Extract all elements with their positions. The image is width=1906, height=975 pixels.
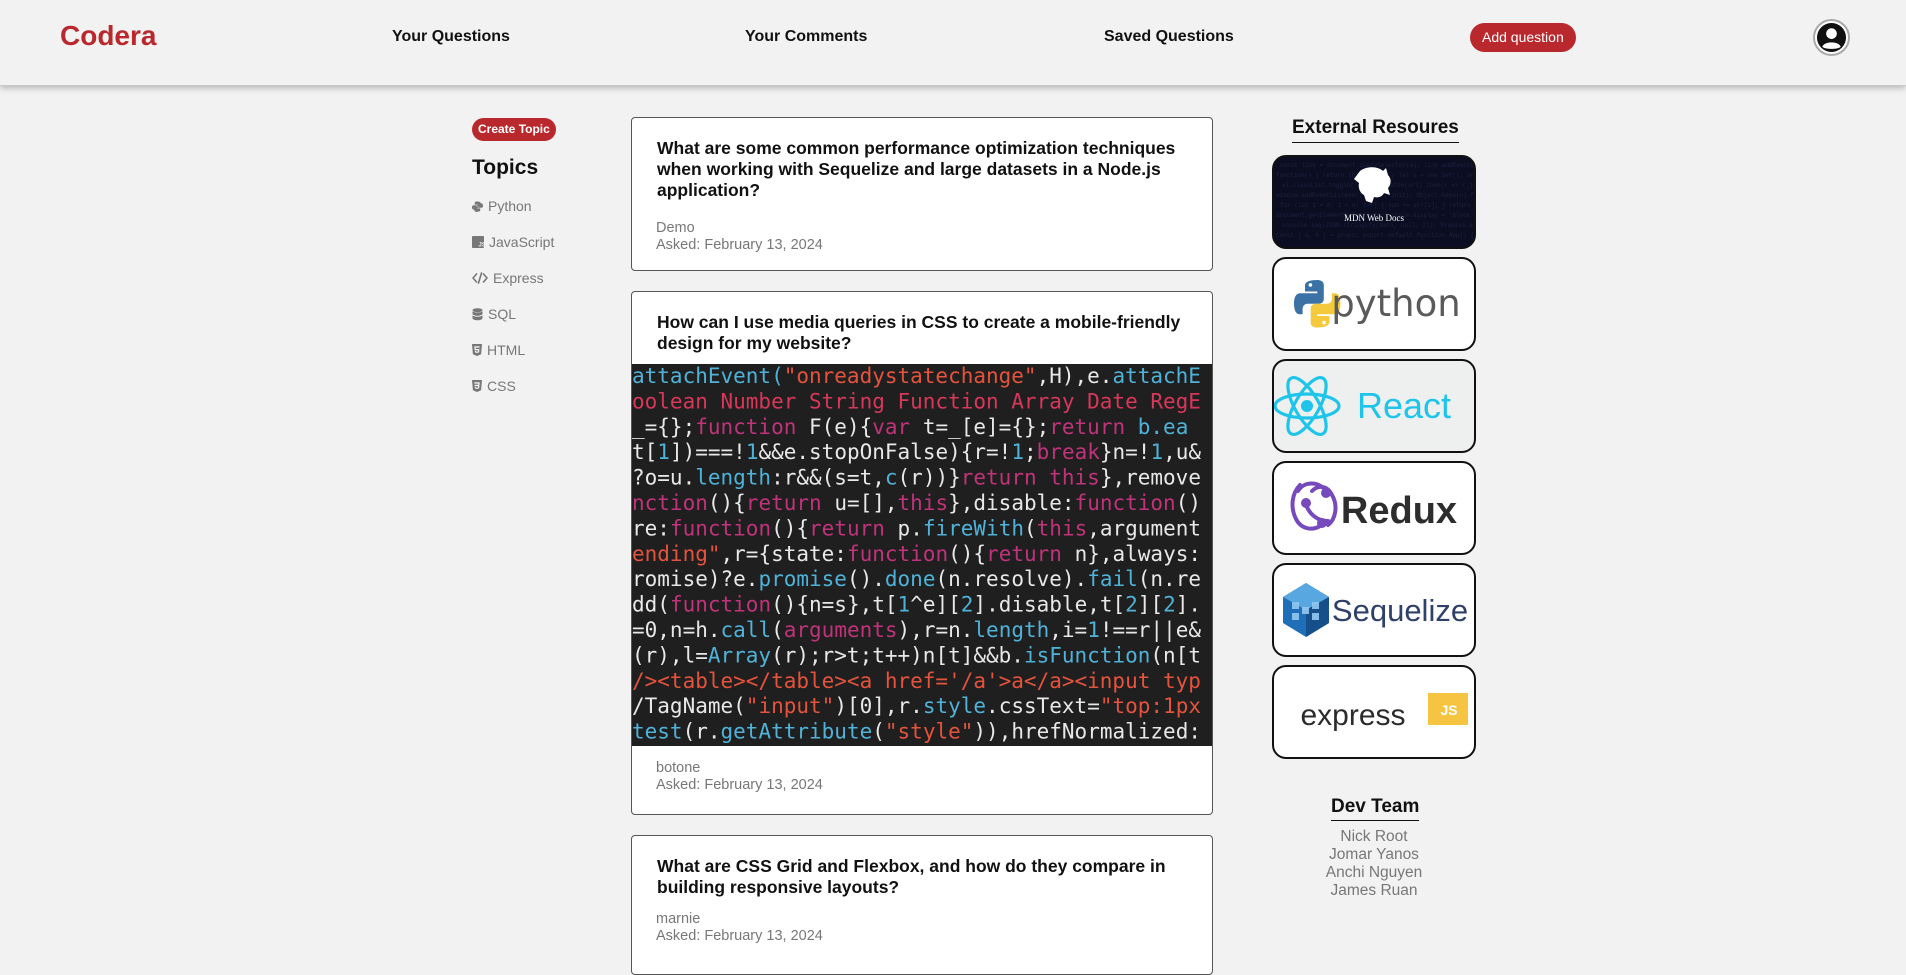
dev-name: Jomar Yanos xyxy=(1329,846,1419,863)
question-date: Asked: February 13, 2024 xyxy=(656,777,823,793)
database-icon xyxy=(472,307,483,320)
css3-icon xyxy=(472,380,482,392)
code-line: /><table></table><a href='/a'>a</a><inpu… xyxy=(632,669,1201,693)
svg-text:console.log(JSON.stringify(dat: console.log(JSON.stringify(data, null, 2… xyxy=(1282,222,1474,229)
resource-sequelize[interactable]: Sequelize xyxy=(1272,563,1476,657)
question-title[interactable]: What are CSS Grid and Flexbox, and how d… xyxy=(632,856,1212,898)
svg-text:const { a, b } = props; export: const { a, b } = props; export default f… xyxy=(1276,232,1474,239)
python-logo: python xyxy=(1294,280,1461,328)
question-title[interactable]: How can I use media queries in CSS to cr… xyxy=(632,312,1212,364)
question-title[interactable]: What are some common performance optimiz… xyxy=(632,138,1212,201)
topic-label: HTML xyxy=(487,342,526,358)
resource-redux[interactable]: Redux xyxy=(1272,461,1476,555)
javascript-icon: JS xyxy=(472,236,484,248)
python-icon xyxy=(472,200,483,212)
code-line: nction(){return u=[],this},disable:funct… xyxy=(632,491,1201,515)
dev-team-list: Nick Root Jomar Yanos Anchi Nguyen James… xyxy=(1272,828,1476,900)
topic-html[interactable]: HTML xyxy=(472,332,554,368)
resource-label: Sequelize xyxy=(1332,593,1468,628)
resource-react[interactable]: React xyxy=(1272,359,1476,453)
resource-label: python xyxy=(1331,282,1460,325)
resource-label: Redux xyxy=(1341,490,1457,532)
code-line: oolean Number String Function Array Date… xyxy=(632,389,1201,413)
resource-label: express xyxy=(1300,699,1405,732)
topics-heading: Topics xyxy=(472,156,539,179)
react-logo: React xyxy=(1274,376,1451,436)
top-navbar: Codera Your Questions Your Comments Save… xyxy=(0,0,1906,86)
question-card[interactable]: What are CSS Grid and Flexbox, and how d… xyxy=(631,835,1213,975)
resource-badge: JS xyxy=(1440,702,1457,718)
resource-label: React xyxy=(1357,385,1451,426)
external-resources-heading: External Resoures xyxy=(1292,117,1459,143)
code-line: test(r.getAttribute("style")),hrefNormal… xyxy=(632,720,1201,744)
topic-label: Python xyxy=(488,198,532,214)
code-icon xyxy=(472,272,488,284)
topic-label: SQL xyxy=(488,306,517,322)
mdn-logo: const link = document.querySelector(a); … xyxy=(1276,162,1474,239)
question-author: marnie xyxy=(656,911,701,927)
express-logo: express JS xyxy=(1300,693,1468,732)
sequelize-logo: Sequelize xyxy=(1283,583,1468,637)
resource-python[interactable]: python xyxy=(1272,257,1476,351)
topic-javascript[interactable]: JS JavaScript xyxy=(472,224,554,260)
dev-name: James Ruan xyxy=(1330,882,1418,899)
add-question-button[interactable]: Add question xyxy=(1470,23,1576,52)
topic-label: CSS xyxy=(487,378,516,394)
code-line: t[1])===!1&&e.stopOnFalse){r=!1;break}n=… xyxy=(632,440,1201,464)
nav-saved-questions[interactable]: Saved Questions xyxy=(1104,28,1234,46)
redux-logo: Redux xyxy=(1290,481,1457,532)
question-date: Asked: February 13, 2024 xyxy=(656,237,823,253)
code-line: (r),l=Array(r);r>t;t++)n[t]&&b.isFunctio… xyxy=(632,643,1201,667)
nav-your-comments[interactable]: Your Comments xyxy=(745,28,867,46)
code-line: dd(function(){n=s},t[1^e][2].disable,t[2… xyxy=(632,593,1201,617)
topic-express[interactable]: Express xyxy=(472,260,554,296)
dev-name: Anchi Nguyen xyxy=(1325,864,1423,881)
question-author: Demo xyxy=(656,220,695,236)
create-topic-button[interactable]: Create Topic xyxy=(472,118,556,141)
code-line: =0,n=h.call(arguments),r=n.length,i=1!==… xyxy=(632,618,1201,643)
site-logo[interactable]: Codera xyxy=(60,20,156,52)
topic-python[interactable]: Python xyxy=(472,188,554,224)
resource-label: MDN Web Docs xyxy=(1344,213,1405,223)
question-author: botone xyxy=(656,760,701,776)
nav-your-questions[interactable]: Your Questions xyxy=(392,28,510,46)
code-line: attachEvent("onreadystatechange",H),e.at… xyxy=(632,364,1201,388)
question-card[interactable]: How can I use media queries in CSS to cr… xyxy=(631,291,1213,815)
topics-list: Python JS JavaScript Express SQL HTML CS… xyxy=(472,188,554,404)
code-line: /TagName("input")[0],r.style.cssText="to… xyxy=(632,694,1201,718)
code-line: ?o=u.length:r&&(s=t,c(r))}return this},r… xyxy=(632,466,1201,490)
user-circle-icon xyxy=(1816,22,1847,53)
topic-label: Express xyxy=(493,270,544,286)
code-line: romise)?e.promise().done(n.resolve).fail… xyxy=(632,567,1201,591)
topic-label: JavaScript xyxy=(489,234,555,250)
question-card[interactable]: What are some common performance optimiz… xyxy=(631,117,1213,271)
question-code-image: attachEvent("onreadystatechange",H),e.at… xyxy=(632,364,1212,746)
code-line: ending",r={state:function(){return n},al… xyxy=(632,542,1201,566)
html5-icon xyxy=(472,344,482,356)
dev-name: Nick Root xyxy=(1340,828,1408,845)
resource-mdn[interactable]: const link = document.querySelector(a); … xyxy=(1272,155,1476,249)
resource-express[interactable]: express JS xyxy=(1272,665,1476,759)
code-line: re:function(){return p.fireWith(this,arg… xyxy=(632,516,1201,540)
topic-sql[interactable]: SQL xyxy=(472,296,554,332)
svg-text:for (let i = 0; i < n; i++) {: for (let i = 0; i < n; i++) { sum += arr… xyxy=(1280,202,1474,209)
topic-css[interactable]: CSS xyxy=(472,368,554,404)
dev-team-heading: Dev Team xyxy=(1331,796,1420,821)
svg-text:JS: JS xyxy=(479,243,485,249)
code-line: _={};function F(e){var t=_[e]={};return … xyxy=(632,415,1188,439)
question-date: Asked: February 13, 2024 xyxy=(656,928,823,944)
profile-button[interactable] xyxy=(1813,19,1850,56)
